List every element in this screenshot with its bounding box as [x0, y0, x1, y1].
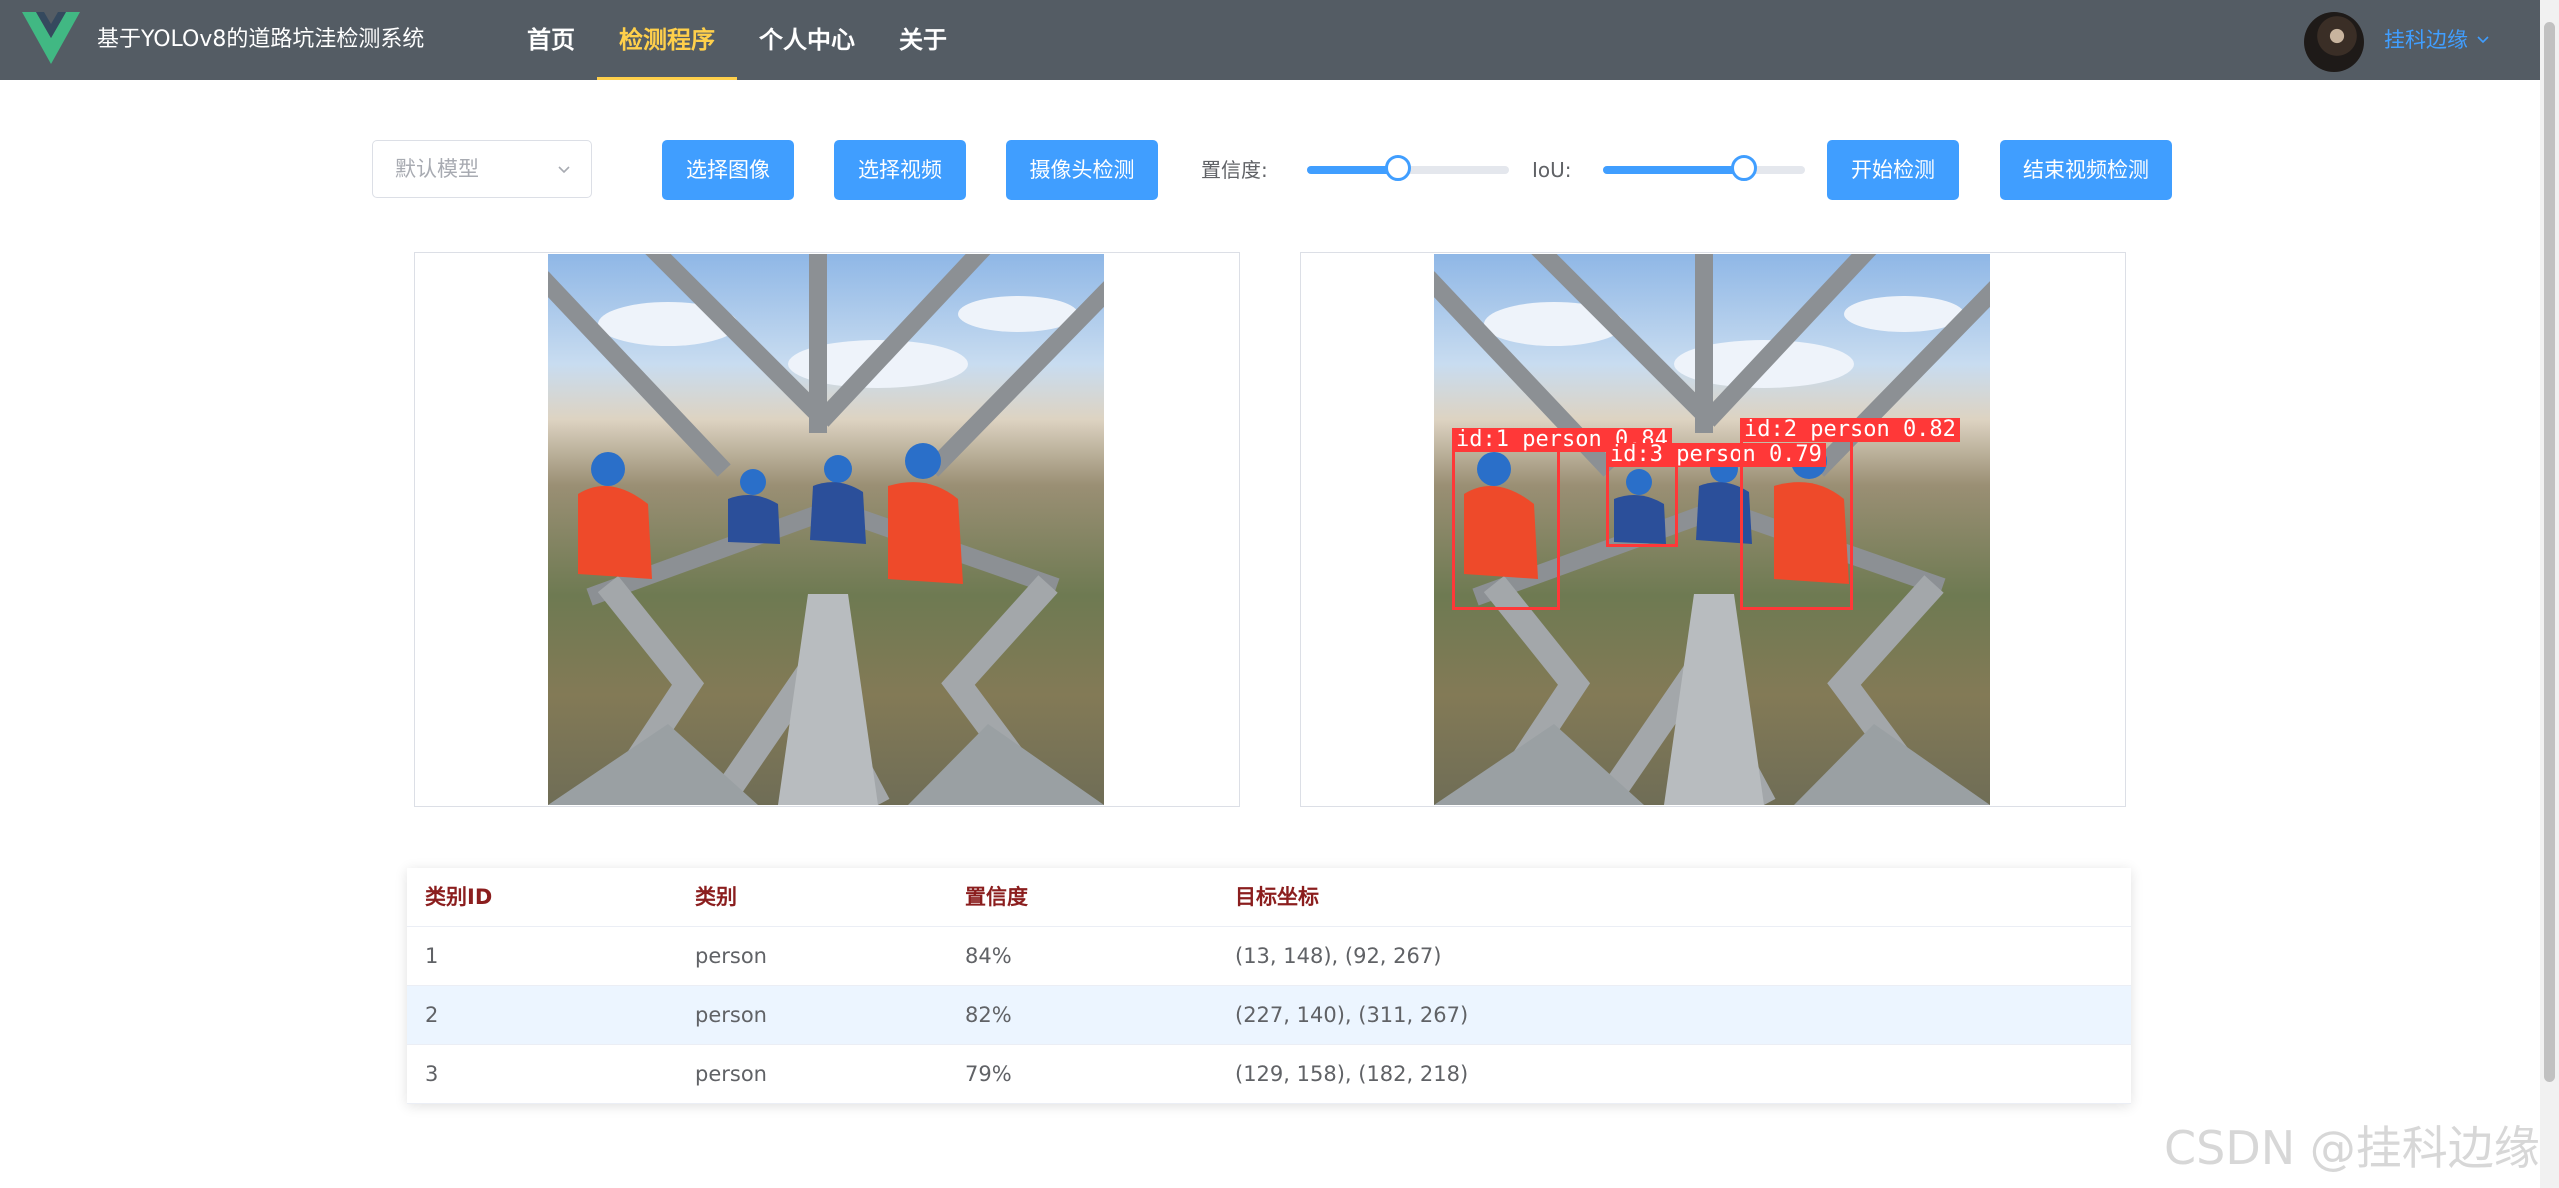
table-row[interactable]: 1 person 84% (13, 148), (92, 267) [407, 927, 2131, 986]
avatar[interactable] [2304, 12, 2364, 72]
table-row[interactable]: 2 person 82% (227, 140), (311, 267) [407, 986, 2131, 1045]
user-menu[interactable]: 挂科边缘 [2384, 0, 2490, 80]
results-table: 类别ID 类别 置信度 目标坐标 1 person 84% (13, 148),… [407, 868, 2131, 1104]
nav-item-profile[interactable]: 个人中心 [737, 0, 877, 80]
cell-class-id: 3 [425, 1062, 439, 1086]
column-header-confidence: 置信度 [965, 885, 1028, 909]
detection-label-2: id:2 person 0.82 [1740, 418, 1960, 442]
chevron-down-icon [2477, 36, 2489, 44]
cell-class-id: 2 [425, 1003, 439, 1027]
result-image-panel: id:1 person 0.84 id:3 person 0.79 id:2 p… [1300, 252, 2126, 807]
select-image-button[interactable]: 选择图像 [662, 140, 794, 200]
nav-item-detection[interactable]: 检测程序 [597, 0, 737, 80]
cell-class: person [695, 1003, 767, 1027]
cell-class-id: 1 [425, 944, 439, 968]
page-scrollbar[interactable] [2540, 0, 2559, 1188]
iou-label: IoU: [1532, 158, 1572, 182]
cell-coordinates: (129, 158), (182, 218) [1235, 1062, 1469, 1086]
original-image [548, 254, 1104, 805]
detection-box-1: id:1 person 0.84 [1452, 428, 1672, 610]
cell-confidence: 82% [965, 1003, 1012, 1027]
column-header-class-id: 类别ID [425, 885, 493, 909]
main-nav: 首页 检测程序 个人中心 关于 [505, 0, 969, 80]
detection-box-3: id:3 person 0.79 [1606, 443, 1826, 547]
detection-box-2: id:2 person 0.82 [1740, 418, 1960, 610]
iou-slider-handle[interactable] [1731, 155, 1758, 181]
chevron-down-icon [558, 166, 570, 174]
camera-detect-button[interactable]: 摄像头检测 [1006, 140, 1158, 200]
iou-slider-fill [1603, 166, 1745, 174]
nav-item-home[interactable]: 首页 [505, 0, 597, 80]
username: 挂科边缘 [2384, 28, 2468, 52]
model-select-placeholder: 默认模型 [395, 157, 479, 181]
model-select[interactable]: 默认模型 [372, 140, 592, 198]
result-image: id:1 person 0.84 id:3 person 0.79 id:2 p… [1434, 254, 1990, 805]
table-row[interactable]: 3 person 79% (129, 158), (182, 218) [407, 1045, 2131, 1104]
cell-confidence: 84% [965, 944, 1012, 968]
table-header-row: 类别ID 类别 置信度 目标坐标 [407, 868, 2131, 927]
start-detect-button[interactable]: 开始检测 [1827, 140, 1959, 200]
scrollbar-thumb[interactable] [2544, 22, 2555, 1082]
confidence-slider[interactable] [1307, 155, 1509, 181]
csdn-watermark: CSDN @挂科边缘 [2164, 1121, 2540, 1175]
original-image-panel [414, 252, 1240, 807]
select-video-button[interactable]: 选择视频 [834, 140, 966, 200]
cell-class: person [695, 1062, 767, 1086]
vue-logo-icon [22, 12, 80, 64]
cell-class: person [695, 944, 767, 968]
app-title: 基于YOLOv8的道路坑洼检测系统 [97, 27, 425, 52]
tower-scene-graphic [548, 254, 1104, 805]
cell-coordinates: (227, 140), (311, 267) [1235, 1003, 1469, 1027]
column-header-class: 类别 [695, 885, 737, 909]
confidence-slider-handle[interactable] [1384, 155, 1411, 181]
iou-slider[interactable] [1603, 155, 1805, 181]
stop-video-detect-button[interactable]: 结束视频检测 [2000, 140, 2172, 200]
cell-confidence: 79% [965, 1062, 1012, 1086]
nav-item-about[interactable]: 关于 [877, 0, 969, 80]
cell-coordinates: (13, 148), (92, 267) [1235, 944, 1442, 968]
column-header-coordinates: 目标坐标 [1235, 885, 1319, 909]
top-navbar: 基于YOLOv8的道路坑洼检测系统 首页 检测程序 个人中心 关于 挂科边缘 [0, 0, 2540, 80]
confidence-label: 置信度: [1201, 158, 1268, 182]
